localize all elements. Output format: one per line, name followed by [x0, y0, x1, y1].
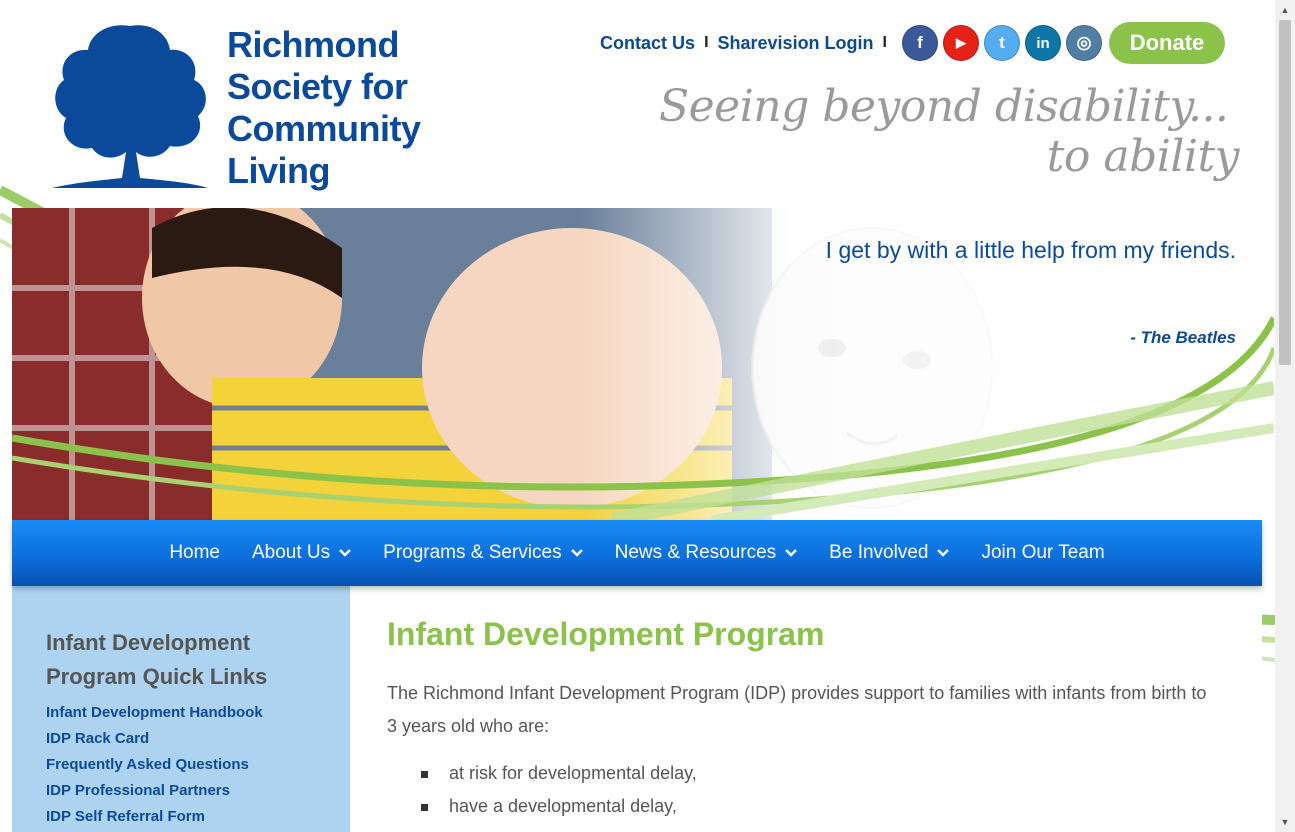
contact-us-link[interactable]: Contact Us: [600, 33, 695, 54]
chevron-down-icon: [339, 549, 352, 557]
page-title: Infant Development Program: [387, 616, 825, 652]
main-nav: Home About Us Programs & Services News &…: [12, 520, 1262, 586]
nav-news-resources[interactable]: News & Resources: [599, 542, 814, 564]
tagline-line-1: Seeing beyond disability...: [659, 81, 1229, 132]
facebook-icon[interactable]: f: [902, 25, 938, 61]
social-links: f ▶ t in ◎: [902, 25, 1107, 61]
twitter-icon[interactable]: t: [984, 25, 1020, 61]
instagram-icon[interactable]: ◎: [1066, 25, 1102, 61]
linkedin-icon[interactable]: in: [1025, 25, 1061, 61]
chevron-down-icon: [785, 549, 798, 557]
org-name-line-1: Richmond: [227, 24, 399, 65]
tree-icon: [52, 25, 208, 189]
page-scrollbar[interactable]: ▲ ▼: [1275, 0, 1295, 832]
org-name-line-2: Society for: [227, 66, 408, 107]
quick-link-rack-card[interactable]: IDP Rack Card: [46, 726, 350, 752]
hero-quote-author: - The Beatles: [1130, 328, 1236, 347]
quick-link-faq[interactable]: Frequently Asked Questions: [46, 752, 350, 778]
youtube-icon[interactable]: ▶: [943, 25, 979, 61]
nav-label: Be Involved: [829, 542, 929, 563]
utility-bar: Contact Us I Sharevision Login I f ▶ t i…: [600, 22, 1225, 64]
nav-home[interactable]: Home: [153, 542, 236, 564]
donate-button[interactable]: Donate: [1109, 22, 1225, 64]
nav-label: Programs & Services: [383, 542, 562, 563]
sidebar-title: Infant Development Program Quick Links: [46, 630, 268, 689]
scroll-down-arrow-icon[interactable]: ▼: [1275, 814, 1295, 830]
org-name-line-4: Living: [227, 150, 330, 191]
org-name: Richmond Society for Community Living: [227, 24, 421, 193]
quick-links-sidebar: Infant Development Program Quick Links I…: [12, 586, 350, 832]
list-item: have a developmental delay,: [421, 790, 1262, 823]
nav-label: News & Resources: [614, 542, 777, 563]
quick-link-handbook[interactable]: Infant Development Handbook: [46, 700, 350, 726]
chevron-down-icon: [570, 549, 583, 557]
link-separator: I: [882, 34, 887, 51]
nav-about-us[interactable]: About Us: [236, 542, 367, 564]
list-item: at risk for developmental delay,: [421, 757, 1262, 790]
nav-label: Join Our Team: [981, 542, 1105, 563]
scroll-up-arrow-icon[interactable]: ▲: [1275, 2, 1295, 18]
main-content: Infant Development Program The Richmond …: [350, 586, 1262, 832]
chevron-down-icon: [937, 549, 950, 557]
tagline: Seeing beyond disability... to ability: [639, 81, 1240, 182]
tagline-line-2: to ability: [1046, 131, 1240, 182]
quick-links-list: Infant Development Handbook IDP Rack Car…: [46, 700, 350, 830]
nav-be-involved[interactable]: Be Involved: [813, 542, 965, 564]
quick-link-referral-form[interactable]: IDP Self Referral Form: [46, 804, 350, 830]
hero-quote: I get by with a little help from my frie…: [825, 237, 1236, 263]
quick-link-partners[interactable]: IDP Professional Partners: [46, 778, 350, 804]
link-separator: I: [704, 34, 709, 51]
org-logo[interactable]: Richmond Society for Community Living: [48, 18, 448, 193]
nav-label: Home: [169, 542, 220, 563]
intro-paragraph: The Richmond Infant Development Program …: [387, 683, 1207, 736]
sharevision-login-link[interactable]: Sharevision Login: [718, 33, 874, 54]
nav-label: About Us: [252, 542, 331, 563]
nav-join-our-team[interactable]: Join Our Team: [965, 542, 1120, 564]
criteria-list: at risk for developmental delay, have a …: [421, 757, 1262, 823]
scrollbar-thumb[interactable]: [1279, 20, 1291, 365]
nav-programs-services[interactable]: Programs & Services: [367, 542, 598, 564]
org-name-line-3: Community: [227, 108, 421, 149]
hero-banner: I get by with a little help from my frie…: [12, 208, 1274, 520]
